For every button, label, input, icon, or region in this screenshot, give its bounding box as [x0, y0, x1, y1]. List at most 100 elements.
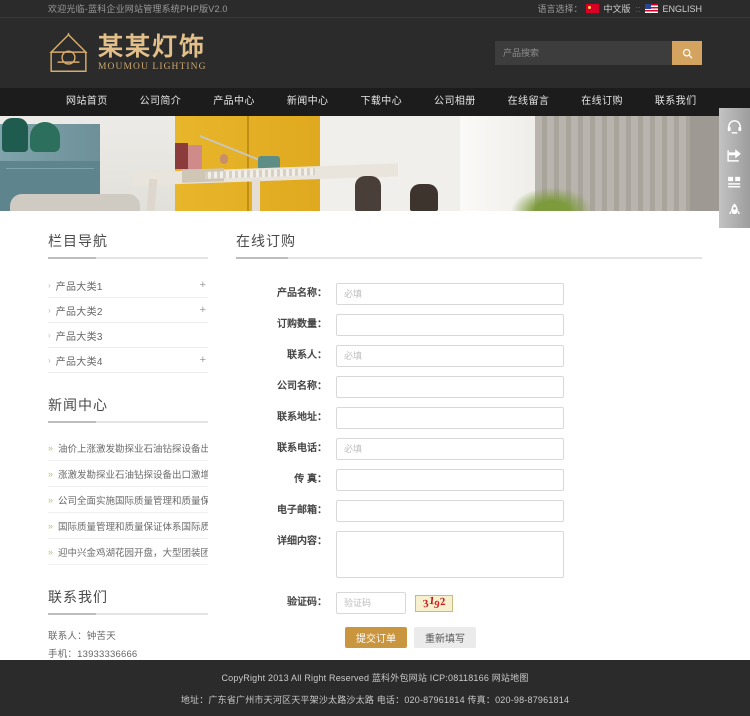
- catalog-title: 栏目导航: [48, 233, 108, 249]
- catalog-item-3[interactable]: › 产品大类3: [48, 323, 208, 348]
- expand-plus-icon[interactable]: +: [200, 354, 208, 366]
- news-list-item[interactable]: » 油价上涨激发勘探业石油钻探设备出: [48, 435, 208, 461]
- contact-section-header: 联系我们: [48, 587, 208, 615]
- nav-item-products[interactable]: 产品中心: [197, 88, 271, 116]
- catalog-item-label: 产品大类3: [55, 331, 103, 343]
- welcome-text: 欢迎光临-蓝科企业网站管理系统PHP版V2.0: [48, 4, 228, 14]
- news-item-label: 国际质量管理和质量保证体系国际质量: [58, 521, 208, 533]
- site-logo[interactable]: 某某灯饰 MOUMOU LIGHTING: [48, 32, 207, 74]
- catalog-item-2[interactable]: › 产品大类2 +: [48, 298, 208, 323]
- news-item-label: 公司全面实施国际质量管理和质量保证: [58, 495, 208, 507]
- address-input[interactable]: [336, 407, 564, 429]
- form-row-email: 电子邮箱：: [264, 500, 702, 522]
- list-tool-button[interactable]: [719, 168, 750, 196]
- form-row-detail: 详细内容：: [264, 531, 702, 583]
- nav-item-contact[interactable]: 联系我们: [639, 88, 713, 116]
- footer-copyright: CopyRight 2013 All Right Reserved 蓝科外包网站…: [221, 672, 529, 683]
- nav-item-album[interactable]: 公司相册: [418, 88, 492, 116]
- top-bar: 欢迎光临-蓝科企业网站管理系统PHP版V2.0 语言选择： 中文版 :: ENG…: [0, 0, 750, 18]
- sidebar: 栏目导航 › 产品大类1 + › 产品大类2 + › 产品大类3 › 产品大类4: [48, 229, 208, 716]
- news-list: » 油价上涨激发勘探业石油钻探设备出 » 涨激发勘探业石油钻探设备出口激增 » …: [48, 435, 208, 565]
- reset-form-button[interactable]: 重新填写: [414, 627, 476, 648]
- double-chevron-icon: »: [48, 442, 54, 453]
- product-name-label: 产品名称：: [277, 288, 327, 299]
- form-section-header: 在线订购: [236, 231, 702, 259]
- news-list-item[interactable]: » 公司全面实施国际质量管理和质量保证: [48, 487, 208, 513]
- floating-side-toolbar: [719, 108, 750, 228]
- news-list-item[interactable]: » 迎中兴金鸡湖花园开盘，大型团装团购: [48, 539, 208, 565]
- news-list-item[interactable]: » 国际质量管理和质量保证体系国际质量: [48, 513, 208, 539]
- logo-text-block: 某某灯饰 MOUMOU LIGHTING: [98, 31, 207, 73]
- catalog-list: › 产品大类1 + › 产品大类2 + › 产品大类3 › 产品大类4 +: [48, 273, 208, 373]
- news-title: 新闻中心: [48, 397, 108, 413]
- china-flag-icon: [586, 4, 600, 13]
- nav-item-news[interactable]: 新闻中心: [271, 88, 345, 116]
- support-tool-button[interactable]: [719, 112, 750, 140]
- contact-title-rule: [48, 613, 208, 615]
- form-actions: 提交订单 重新填写: [264, 627, 702, 648]
- back-to-top-button[interactable]: [719, 196, 750, 224]
- nav-item-download[interactable]: 下载中心: [344, 88, 418, 116]
- search-input[interactable]: [495, 41, 672, 65]
- form-row-product-name: 产品名称：: [264, 283, 702, 305]
- share-tool-button[interactable]: [719, 140, 750, 168]
- phone-input[interactable]: [336, 438, 564, 460]
- share-icon: [727, 148, 741, 162]
- double-chevron-icon: »: [48, 546, 54, 557]
- logo-english-name: MOUMOU LIGHTING: [98, 62, 207, 73]
- quantity-input[interactable]: [336, 314, 564, 336]
- nav-item-message[interactable]: 在线留言: [492, 88, 566, 116]
- form-row-contact-person: 联系人：: [264, 345, 702, 367]
- main-content: 栏目导航 › 产品大类1 + › 产品大类2 + › 产品大类3 › 产品大类4: [0, 211, 750, 716]
- hero-banner-image: [0, 116, 750, 211]
- news-item-label: 迎中兴金鸡湖花园开盘，大型团装团购: [58, 547, 208, 559]
- expand-plus-icon[interactable]: +: [200, 304, 208, 316]
- email-label: 电子邮箱：: [277, 505, 327, 516]
- nav-item-home[interactable]: 网站首页: [48, 88, 124, 116]
- expand-plus-icon[interactable]: +: [200, 279, 208, 291]
- double-chevron-icon: »: [48, 468, 54, 479]
- order-form-panel: 在线订购 产品名称： 订购数量： 联系人：: [236, 229, 702, 716]
- news-list-item[interactable]: » 涨激发勘探业石油钻探设备出口激增: [48, 461, 208, 487]
- rocket-back-to-top-icon: [728, 202, 741, 214]
- news-title-rule: [48, 421, 208, 423]
- company-name-label: 公司名称：: [277, 381, 327, 392]
- contact-person-input[interactable]: [336, 345, 564, 367]
- form-row-company: 公司名称：: [264, 376, 702, 398]
- search-button[interactable]: [672, 41, 702, 65]
- detail-textarea[interactable]: [336, 531, 564, 578]
- language-selector: 语言选择： 中文版 :: ENGLISH: [537, 2, 702, 15]
- chevron-right-icon: ›: [48, 305, 51, 315]
- fax-input[interactable]: [336, 469, 564, 491]
- submit-order-button[interactable]: 提交订单: [345, 627, 407, 648]
- detail-label: 详细内容：: [277, 536, 327, 547]
- logo-chinese-name: 某某灯饰: [98, 31, 207, 61]
- nav-item-order[interactable]: 在线订购: [565, 88, 639, 116]
- catalog-item-4[interactable]: › 产品大类4 +: [48, 348, 208, 373]
- form-title-rule: [236, 257, 702, 259]
- double-chevron-icon: »: [48, 494, 54, 505]
- contact-person-label: 联系人：: [287, 350, 327, 361]
- language-chinese-link[interactable]: 中文版: [603, 2, 630, 15]
- catalog-item-1[interactable]: › 产品大类1 +: [48, 273, 208, 298]
- site-header: 某某灯饰 MOUMOU LIGHTING: [0, 18, 750, 88]
- catalog-item-label: 产品大类2: [55, 306, 103, 318]
- captcha-image[interactable]: 3192: [415, 594, 453, 612]
- search-box[interactable]: [495, 41, 702, 65]
- email-input[interactable]: [336, 500, 564, 522]
- captcha-input[interactable]: [336, 592, 406, 614]
- language-label: 语言选择：: [537, 4, 583, 14]
- usa-flag-icon: [645, 4, 659, 13]
- language-english-link[interactable]: ENGLISH: [662, 4, 702, 14]
- footer-address: 地址：广东省广州市天河区天平架沙太路沙太路 电话：020-87961814 传真…: [180, 694, 570, 705]
- news-item-label: 油价上涨激发勘探业石油钻探设备出: [58, 443, 208, 455]
- contact-title: 联系我们: [48, 589, 108, 605]
- nav-item-about[interactable]: 公司简介: [124, 88, 198, 116]
- grid-list-icon: [728, 176, 741, 187]
- company-name-input[interactable]: [336, 376, 564, 398]
- form-row-fax: 传 真：: [264, 469, 702, 491]
- form-row-quantity: 订购数量：: [264, 314, 702, 336]
- news-item-label: 涨激发勘探业石油钻探设备出口激增: [58, 469, 208, 481]
- news-section-header: 新闻中心: [48, 395, 208, 423]
- product-name-input[interactable]: [336, 283, 564, 305]
